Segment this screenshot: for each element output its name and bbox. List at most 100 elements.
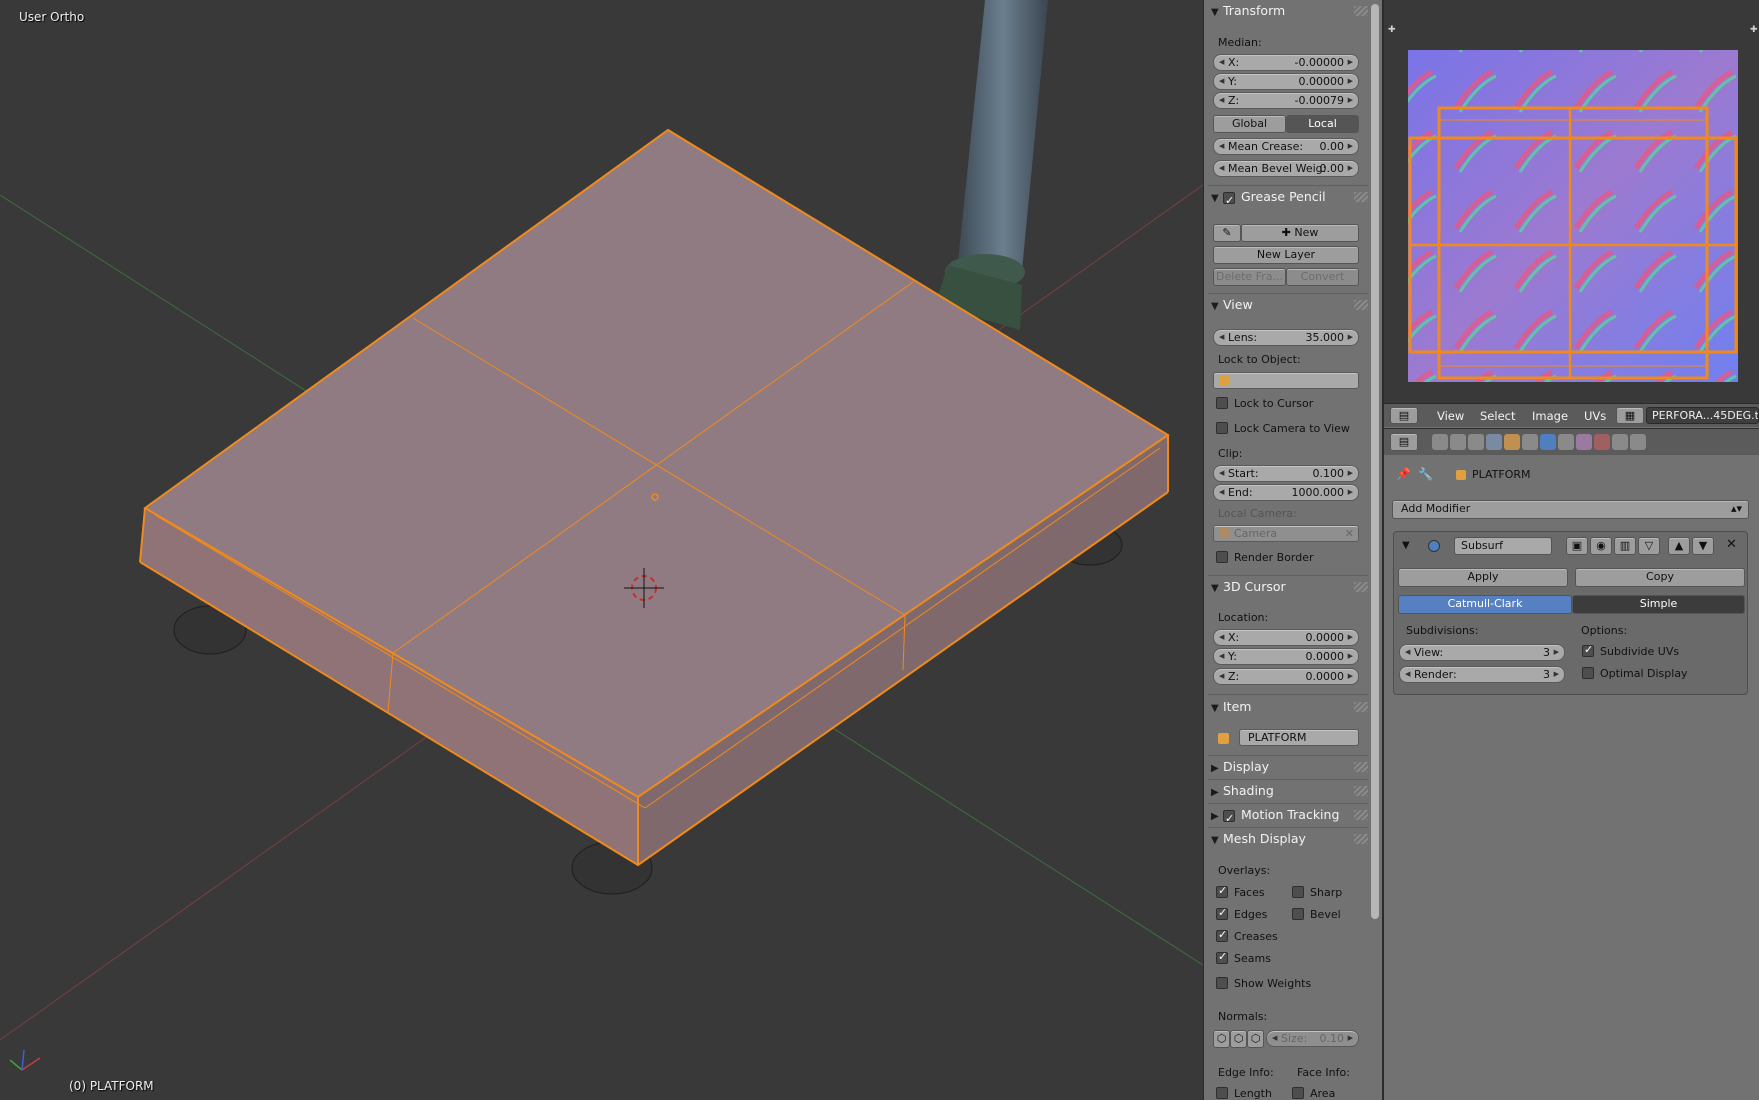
menu-view[interactable]: View: [1437, 409, 1464, 423]
local-camera-field[interactable]: Camera ✕: [1213, 525, 1359, 542]
new-grease-pencil-button[interactable]: ✚ New: [1241, 224, 1359, 242]
physics-tab-icon[interactable]: [1630, 434, 1646, 450]
pole-mesh[interactable]: [935, 0, 1048, 330]
close-icon[interactable]: ✕: [1726, 537, 1737, 552]
move-down-icon[interactable]: ▼: [1692, 537, 1714, 555]
editor-type-icon[interactable]: ▤: [1390, 407, 1418, 424]
new-layer-button[interactable]: New Layer: [1213, 246, 1359, 264]
view-section-header[interactable]: ▼ View: [1208, 294, 1368, 316]
cursor-z-field[interactable]: ◀ Z: 0.0000 ▶: [1213, 668, 1359, 685]
normals-size-field[interactable]: ◀ Size: 0.10 ▶: [1266, 1030, 1359, 1047]
motion-tracking-checkbox[interactable]: [1223, 808, 1235, 830]
edges-checkbox[interactable]: [1216, 906, 1228, 920]
uv-canvas[interactable]: ✚ ✚: [1384, 0, 1759, 403]
global-toggle[interactable]: Global: [1213, 115, 1286, 133]
cursor-x-field[interactable]: ◀ X: 0.0000 ▶: [1213, 629, 1359, 646]
transform-section-header[interactable]: ▼ Transform: [1208, 0, 1368, 22]
simple-toggle[interactable]: Simple: [1572, 595, 1745, 614]
vertex-normals-icon[interactable]: ⬡: [1213, 1030, 1230, 1048]
lock-to-cursor-checkbox[interactable]: [1216, 397, 1228, 409]
median-x-field[interactable]: ◀ X: -0.00000 ▶: [1213, 54, 1359, 71]
object-name-field[interactable]: PLATFORM: [1239, 729, 1359, 746]
editor-type-icon[interactable]: ▤: [1390, 433, 1418, 451]
drag-grip-icon[interactable]: [1354, 582, 1368, 592]
delete-frame-button[interactable]: Delete Fra...: [1213, 268, 1286, 286]
drag-grip-icon[interactable]: [1354, 810, 1368, 820]
viewport-visibility-icon[interactable]: ◉: [1590, 537, 1612, 555]
subdiv-view-field[interactable]: ◀ View: 3 ▶: [1399, 644, 1565, 661]
faces-checkbox[interactable]: [1216, 884, 1228, 898]
drag-grip-icon[interactable]: [1354, 192, 1368, 202]
mean-bevel-field[interactable]: ◀ Mean Bevel Weig: 0.00 ▶: [1213, 160, 1359, 177]
mean-crease-field[interactable]: ◀ Mean Crease: 0.00 ▶: [1213, 138, 1359, 155]
render-border-checkbox[interactable]: [1216, 551, 1228, 563]
uv-image-editor[interactable]: ✚ ✚: [1384, 0, 1759, 403]
drag-grip-icon[interactable]: [1354, 786, 1368, 796]
catmull-clark-toggle[interactable]: Catmull-Clark: [1398, 595, 1572, 614]
face-normals-icon[interactable]: ⬡: [1247, 1030, 1264, 1048]
scene-canvas[interactable]: [0, 0, 1203, 1100]
particles-tab-icon[interactable]: [1612, 434, 1628, 450]
display-section-header[interactable]: ▶ Display: [1208, 756, 1368, 778]
image-name-field[interactable]: PERFORA...45DEG.ti: [1646, 407, 1759, 424]
drag-grip-icon[interactable]: [1354, 300, 1368, 310]
move-up-icon[interactable]: ▲: [1668, 537, 1690, 555]
menu-select[interactable]: Select: [1480, 409, 1515, 423]
lock-camera-checkbox[interactable]: [1216, 422, 1228, 434]
3d-cursor-section-header[interactable]: ▼ 3D Cursor: [1208, 576, 1368, 598]
lens-field[interactable]: ◀ Lens: 35.000 ▶: [1213, 329, 1359, 346]
object-tab-icon[interactable]: [1504, 434, 1520, 450]
image-browse-icon[interactable]: ▦: [1616, 407, 1644, 424]
creases-checkbox[interactable]: [1216, 928, 1228, 942]
clear-x-icon[interactable]: ✕: [1345, 526, 1354, 541]
cursor-y-field[interactable]: ◀ Y: 0.0000 ▶: [1213, 648, 1359, 665]
render-layers-tab-icon[interactable]: [1450, 434, 1466, 450]
pencil-icon[interactable]: ✎: [1213, 224, 1241, 242]
convert-button[interactable]: Convert: [1286, 268, 1359, 286]
lock-object-field[interactable]: [1213, 372, 1359, 389]
motion-tracking-section-header[interactable]: ▶Motion Tracking: [1208, 804, 1368, 830]
drag-grip-icon[interactable]: [1354, 834, 1368, 844]
length-checkbox[interactable]: [1216, 1087, 1228, 1099]
constraints-tab-icon[interactable]: [1522, 434, 1538, 450]
seams-checkbox[interactable]: [1216, 950, 1228, 964]
add-modifier-dropdown[interactable]: Add Modifier ▴▾: [1392, 500, 1749, 519]
data-tab-icon[interactable]: [1558, 434, 1574, 450]
drag-grip-icon[interactable]: [1354, 702, 1368, 712]
drag-grip-icon[interactable]: [1354, 762, 1368, 772]
editmode-visibility-icon[interactable]: ▥: [1614, 537, 1636, 555]
item-section-header[interactable]: ▼ Item: [1208, 696, 1368, 718]
optimal-display-checkbox[interactable]: [1582, 667, 1594, 679]
local-toggle[interactable]: Local: [1286, 115, 1359, 133]
properties-shelf[interactable]: ▼ Transform Median: ◀ X: -0.00000 ▶ ◀ Y: 0.000…: [1203, 0, 1382, 1100]
modifiers-tab-icon[interactable]: [1540, 434, 1556, 450]
grease-pencil-checkbox[interactable]: [1223, 190, 1235, 212]
menu-image[interactable]: Image: [1532, 409, 1568, 423]
grease-pencil-section-header[interactable]: ▼Grease Pencil: [1208, 186, 1368, 212]
collapse-triangle-icon[interactable]: ▼: [1402, 540, 1410, 551]
median-z-field[interactable]: ◀ Z: -0.00079 ▶: [1213, 92, 1359, 109]
world-tab-icon[interactable]: [1486, 434, 1502, 450]
apply-button[interactable]: Apply: [1398, 568, 1568, 587]
show-weights-checkbox[interactable]: [1216, 977, 1228, 989]
scene-tab-icon[interactable]: [1468, 434, 1484, 450]
copy-button[interactable]: Copy: [1575, 568, 1745, 587]
3d-viewport[interactable]: User Ortho (0) PLATFORM: [0, 0, 1203, 1100]
subdivide-uvs-checkbox[interactable]: [1582, 643, 1594, 657]
menu-uvs[interactable]: UVs: [1584, 409, 1606, 423]
corner-widget-icon[interactable]: ✚: [1388, 25, 1396, 35]
material-tab-icon[interactable]: [1576, 434, 1592, 450]
sharp-checkbox[interactable]: [1292, 886, 1304, 898]
bevel-checkbox[interactable]: [1292, 908, 1304, 920]
shading-section-header[interactable]: ▶ Shading: [1208, 780, 1368, 802]
mesh-display-section-header[interactable]: ▼ Mesh Display: [1208, 828, 1368, 850]
texture-tab-icon[interactable]: [1594, 434, 1610, 450]
clip-end-field[interactable]: ◀ End: 1000.000 ▶: [1213, 484, 1359, 501]
split-normals-icon[interactable]: ⬡: [1230, 1030, 1247, 1048]
pin-icon[interactable]: 📌: [1396, 467, 1411, 481]
median-y-field[interactable]: ◀ Y: 0.00000 ▶: [1213, 73, 1359, 90]
render-visibility-icon[interactable]: ▣: [1566, 537, 1588, 555]
modifier-name-field[interactable]: Subsurf: [1454, 537, 1552, 555]
subdiv-render-field[interactable]: ◀ Render: 3 ▶: [1399, 666, 1565, 683]
cage-visibility-icon[interactable]: ▽: [1638, 537, 1660, 555]
